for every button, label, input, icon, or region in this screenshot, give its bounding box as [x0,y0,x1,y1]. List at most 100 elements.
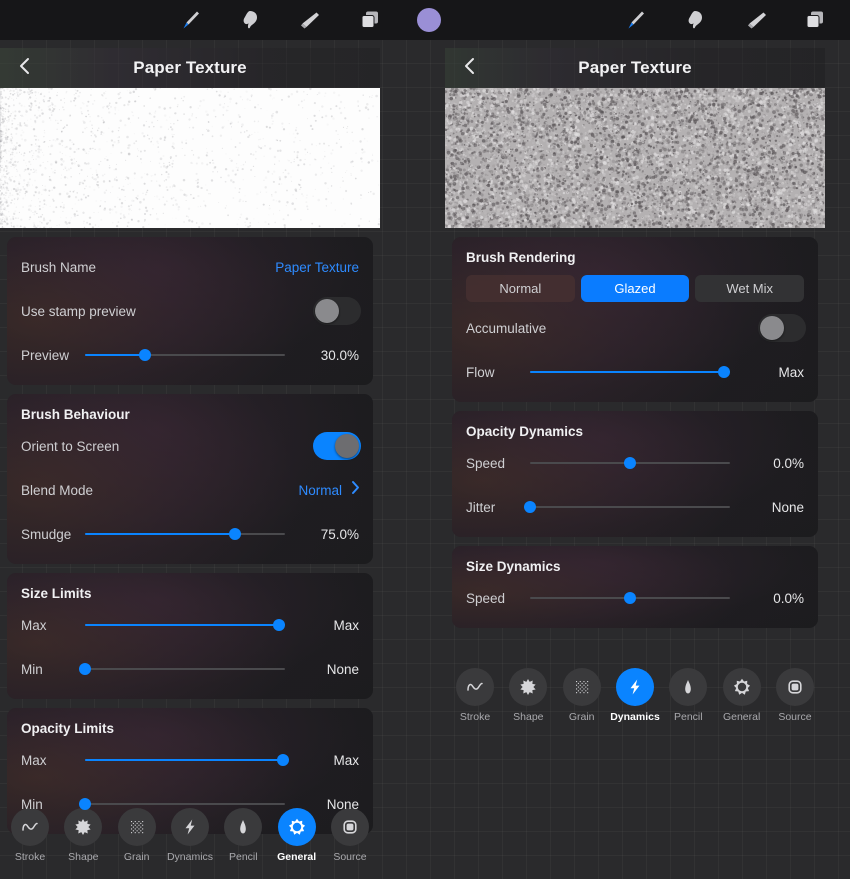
slider-thumb[interactable] [273,619,285,631]
layers-tool-right[interactable] [793,0,837,40]
setting-row[interactable]: Speed 0.0% [452,441,818,485]
setting-label: Speed [466,455,506,471]
tab-general[interactable]: General [718,668,766,723]
setting-value[interactable]: Normal [298,483,359,498]
toggle-accumulative[interactable] [758,314,806,342]
setting-label: Accumulative [466,320,547,336]
panel-header-left: Paper Texture [0,48,380,88]
slider-track-flow[interactable] [530,361,730,383]
setting-value[interactable]: Paper Texture [275,260,359,275]
back-button-left[interactable] [8,48,40,88]
slider-track-max[interactable] [85,749,289,771]
tab-stroke[interactable]: Stroke [451,668,499,723]
setting-value: None [326,661,359,677]
color-swatch[interactable] [417,8,441,32]
smudge-tool-left[interactable] [228,0,272,40]
tab-label: General [277,851,317,863]
tab-label: Shape [68,851,99,863]
slider-track-min[interactable] [79,658,285,680]
setting-value: 75.0% [320,526,359,542]
slider-track-min[interactable] [79,793,285,815]
setting-row[interactable]: Min None [7,647,373,691]
setting-row[interactable]: Min None [7,782,373,826]
setting-row[interactable]: Max Max [7,738,373,782]
toggle-knob [760,316,784,340]
setting-row[interactable]: Preview 30.0% [7,333,373,377]
slider-track-speed[interactable] [530,587,730,609]
card-title: Brush Rendering [466,250,576,265]
eraser-tool-left[interactable] [288,0,332,40]
setting-row[interactable]: Jitter None [452,485,818,529]
slider-track-max[interactable] [85,614,285,636]
slider-thumb[interactable] [277,754,289,766]
slider-thumb[interactable] [79,663,91,675]
setting-row[interactable]: Smudge 75.0% [7,512,373,556]
setting-row[interactable]: Speed 0.0% [452,576,818,620]
card-title: Brush Behaviour [21,407,130,422]
slider-thumb[interactable] [624,592,636,604]
toggle-orient-to-screen[interactable] [313,432,361,460]
toggle-knob [335,434,359,458]
tab-grain[interactable]: Grain [558,668,606,723]
slider-track-preview[interactable] [85,344,285,366]
slider-thumb[interactable] [139,349,151,361]
setting-value: Max [778,364,804,380]
slider-rail [85,668,285,670]
setting-value: Max [333,752,359,768]
slider-thumb[interactable] [718,366,730,378]
slider-thumb[interactable] [624,457,636,469]
rounded-square-icon [775,668,814,706]
tab-source[interactable]: Source [771,668,819,723]
brush-stroke-preview-right [445,88,825,228]
settings-card: Size Dynamics Speed 0.0% [452,546,818,628]
preview-texture-noise [445,88,825,228]
card-title: Size Limits [21,586,92,601]
lightning-bolt-icon [615,668,654,706]
segment-wet-mix[interactable]: Wet Mix [695,275,805,302]
brush-tool-left[interactable] [168,0,212,40]
segment-normal[interactable]: Normal [466,275,575,302]
tab-label: Shape [513,711,544,723]
layers-tool-left[interactable] [348,0,392,40]
toggle-use-stamp-preview[interactable] [313,297,361,325]
brush-tool-right[interactable] [613,0,657,40]
setting-row[interactable]: Use stamp preview [7,289,373,333]
paintbrush-icon [622,7,648,33]
setting-row[interactable]: Flow Max [452,350,818,394]
segment-glazed[interactable]: Glazed [580,275,690,302]
setting-row[interactable]: Brush Name Paper Texture [7,245,373,289]
slider-thumb[interactable] [524,501,536,513]
eraser-tool-right[interactable] [735,0,779,40]
slider-thumb[interactable] [229,528,241,540]
setting-label: Min [21,661,43,677]
slider-track-smudge[interactable] [85,523,285,545]
tab-shape[interactable]: Shape [504,668,552,723]
setting-row[interactable]: Max Max [7,603,373,647]
slider-thumb[interactable] [79,798,91,810]
settings-card: Opacity Limits Max Max Min None [7,708,373,834]
slider-fill [85,759,283,761]
tab-label: Pencil [229,851,258,863]
page-title: Paper Texture [133,58,247,77]
card-title: Opacity Dynamics [466,424,584,439]
tab-label: Grain [568,711,595,723]
slider-track-speed[interactable] [530,452,730,474]
back-button-right[interactable] [453,48,485,88]
smudge-tool-right[interactable] [673,0,717,40]
slider-track-jitter[interactable] [524,496,730,518]
setting-row[interactable]: Orient to Screen [7,424,373,468]
setting-label: Orient to Screen [21,438,120,454]
setting-row[interactable]: Blend Mode Normal [7,468,373,512]
setting-label: Max [21,617,47,633]
tab-pencil[interactable]: Pencil [664,668,712,723]
setting-label: Jitter [466,499,496,515]
toggle-knob [315,299,339,323]
setting-row[interactable]: Accumulative [452,306,818,350]
layers-icon [357,7,383,33]
setting-value: None [771,499,804,515]
chevron-left-icon [462,56,476,81]
tab-label: General [722,711,761,723]
setting-label: Speed [466,590,506,606]
tab-dynamics[interactable]: Dynamics [610,668,660,723]
tab-label: Pencil [674,711,703,723]
